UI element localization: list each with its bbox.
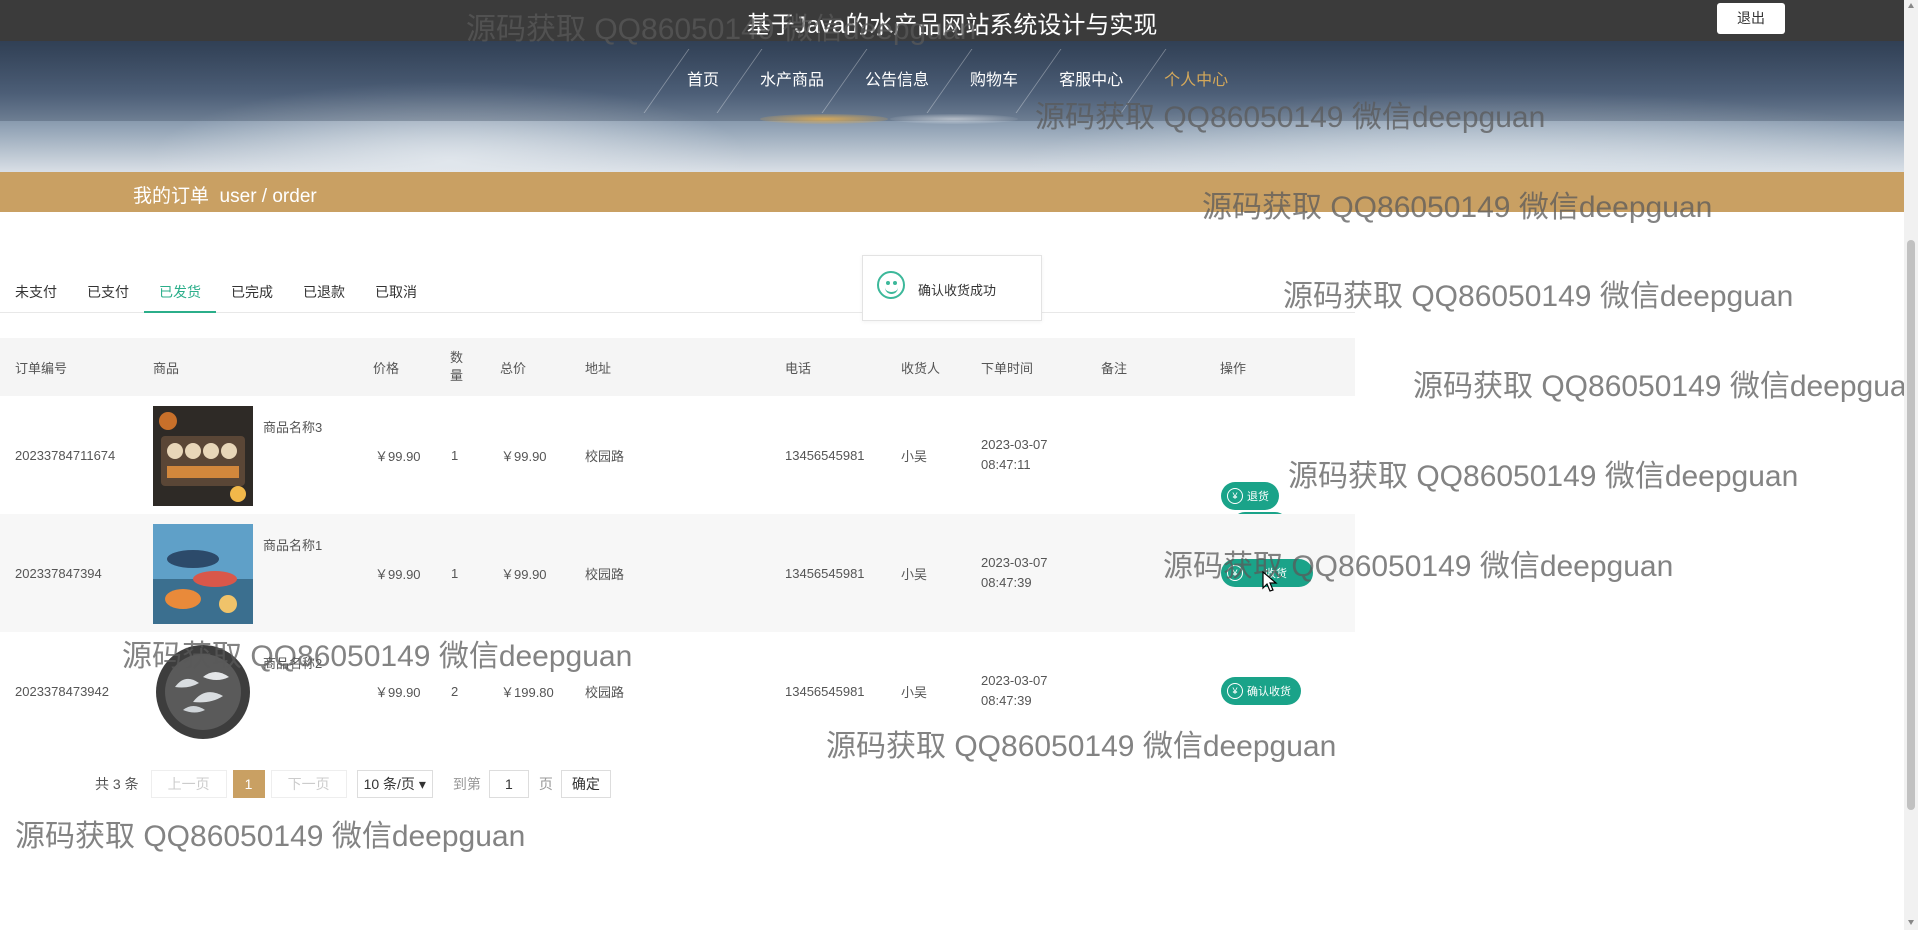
goto-page-input[interactable]: 1 <box>488 770 529 798</box>
logout-button[interactable]: 退出 <box>1717 3 1785 34</box>
address: 校园路 <box>585 448 625 464</box>
receiver: 小吴 <box>901 448 928 464</box>
breadcrumb: 我的订单 user / order <box>133 186 317 207</box>
order-no: 20233784711674 <box>15 447 116 463</box>
tab-cancelled[interactable]: 已取消 <box>360 272 432 312</box>
th-total: 总价 <box>500 360 527 376</box>
order-time: 2023-03-07 08:47:11 <box>981 396 1048 514</box>
page-size-value: 10 条/页 <box>363 776 415 792</box>
confirm-receipt-label: 确认收货 <box>1247 686 1291 698</box>
prev-page-button[interactable]: 上一页 <box>150 770 227 798</box>
price: ￥99.90 <box>375 566 421 582</box>
th-receiver: 收货人 <box>901 360 941 376</box>
yen-icon: ¥ <box>1227 488 1243 504</box>
scroll-up-icon[interactable] <box>1908 3 1914 8</box>
order-clock: 08:47:11 <box>981 457 1031 472</box>
nav-item-cart[interactable]: 购物车 <box>950 41 1038 121</box>
order-time: 2023-03-07 08:47:39 <box>981 514 1048 632</box>
tab-paid[interactable]: 已支付 <box>72 272 144 312</box>
vertical-scrollbar[interactable] <box>1904 0 1918 930</box>
tab-completed[interactable]: 已完成 <box>216 272 288 312</box>
page-unit-label: 页 <box>538 776 553 792</box>
confirm-receipt-button[interactable]: ¥ 确认收货 <box>1221 677 1301 705</box>
th-product: 商品 <box>153 360 180 376</box>
scroll-thumb[interactable] <box>1907 240 1915 810</box>
th-qty: 数 量 <box>450 350 464 383</box>
return-label: 退货 <box>1247 491 1269 503</box>
pagination: 共 3 条 上一页 1 下一页 10 条/页 ▾ 到第 1 页 确定 <box>95 770 611 798</box>
tab-refunded[interactable]: 已退款 <box>288 272 360 312</box>
goto-label: 到第 <box>452 776 481 792</box>
th-actions: 操作 <box>1220 360 1247 376</box>
order-no: 202337847394 <box>15 565 102 581</box>
watermark: 源码获取 QQ86050149 微信deepguan <box>1283 280 1794 313</box>
th-price: 价格 <box>373 360 400 376</box>
page-number[interactable]: 1 <box>232 770 265 798</box>
yen-icon: ¥ <box>1227 683 1243 699</box>
toast-text: 确认收货成功 <box>918 283 997 298</box>
watermark: 源码获取 QQ86050149 微信deepguan <box>122 640 633 673</box>
order-date: 2023-03-07 <box>981 437 1048 452</box>
hero-banner: 首页 水产商品 公告信息 购物车 客服中心 个人中心 <box>0 41 1904 172</box>
watermark: 源码获取 QQ86050149 微信deepguan <box>1413 370 1918 403</box>
total: ￥99.90 <box>501 566 547 582</box>
orders-table: 订单编号 商品 价格 数 量 总价 地址 电话 收货人 下单时间 备注 操作 2… <box>0 338 1355 750</box>
watermark: 源码获取 QQ86050149 微信deepguan <box>1163 550 1674 583</box>
phone: 13456545981 <box>785 565 865 581</box>
nav-item-home[interactable]: 首页 <box>667 41 739 121</box>
nav-item-products[interactable]: 水产商品 <box>740 41 844 121</box>
order-date: 2023-03-07 <box>981 673 1048 688</box>
th-order-no: 订单编号 <box>15 360 68 376</box>
tab-shipped[interactable]: 已发货 <box>144 272 216 313</box>
order-status-tabs: 未支付 已支付 已发货 已完成 已退款 已取消 <box>0 272 1355 313</box>
product-image-fish-seafood[interactable] <box>153 524 253 624</box>
smile-icon <box>877 271 905 299</box>
watermark: 源码获取 QQ86050149 微信deepguan <box>1288 460 1799 493</box>
mouse-cursor-icon <box>1262 571 1278 592</box>
order-no: 2023378473942 <box>15 683 109 699</box>
nav-hover-glow <box>760 114 888 124</box>
receiver: 小吴 <box>901 566 928 582</box>
table-row: 20233784711674 商品名称3 ￥99.90 1 ￥99.90 校园路… <box>0 396 1355 540</box>
order-clock: 08:47:39 <box>981 575 1032 590</box>
price: ￥99.90 <box>375 448 421 464</box>
return-button[interactable]: ¥ 退货 <box>1221 482 1279 510</box>
tab-unpaid[interactable]: 未支付 <box>0 272 72 312</box>
quantity: 1 <box>451 447 459 463</box>
page-size-select[interactable]: 10 条/页 ▾ <box>356 770 433 798</box>
scroll-down-icon[interactable] <box>1908 920 1914 925</box>
watermark: 源码获取 QQ86050149 微信deepguan <box>1035 101 1546 134</box>
total-count: 共 3 条 <box>95 776 139 792</box>
product-image-seafood-platter[interactable] <box>153 406 253 506</box>
nav-item-notices[interactable]: 公告信息 <box>845 41 949 121</box>
address: 校园路 <box>585 566 625 582</box>
table-header: 订单编号 商品 价格 数 量 总价 地址 电话 收货人 下单时间 备注 操作 <box>0 338 1355 396</box>
phone: 13456545981 <box>785 447 865 463</box>
goto-confirm-button[interactable]: 确定 <box>560 770 611 798</box>
next-page-button[interactable]: 下一页 <box>270 770 347 798</box>
th-remark: 备注 <box>1101 360 1128 376</box>
total: ￥99.90 <box>501 448 547 464</box>
watermark: 源码获取 QQ86050149 微信deepguan <box>15 820 526 853</box>
order-date: 2023-03-07 <box>981 555 1048 570</box>
nav-hover-glow <box>890 114 1018 124</box>
watermark: 源码获取 QQ86050149 微信deepguan <box>826 730 1337 763</box>
order-clock: 08:47:39 <box>981 693 1032 708</box>
th-phone: 电话 <box>785 360 812 376</box>
product-name[interactable]: 商品名称3 <box>263 417 322 436</box>
toast-message: 确认收货成功 <box>862 255 1042 321</box>
watermark: 源码获取 QQ86050149 微信deepguan <box>1202 191 1713 224</box>
table-row: 202337847394 商品名称1 ￥99.90 1 ￥99.90 校园路 1… <box>0 514 1355 632</box>
chevron-down-icon: ▾ <box>418 776 426 792</box>
th-address: 地址 <box>585 360 612 376</box>
th-order-time: 下单时间 <box>981 360 1034 376</box>
watermark: 源码获取 QQ86050149 微信deepguan <box>466 13 977 46</box>
quantity: 1 <box>451 565 459 581</box>
product-name[interactable]: 商品名称1 <box>263 535 322 554</box>
